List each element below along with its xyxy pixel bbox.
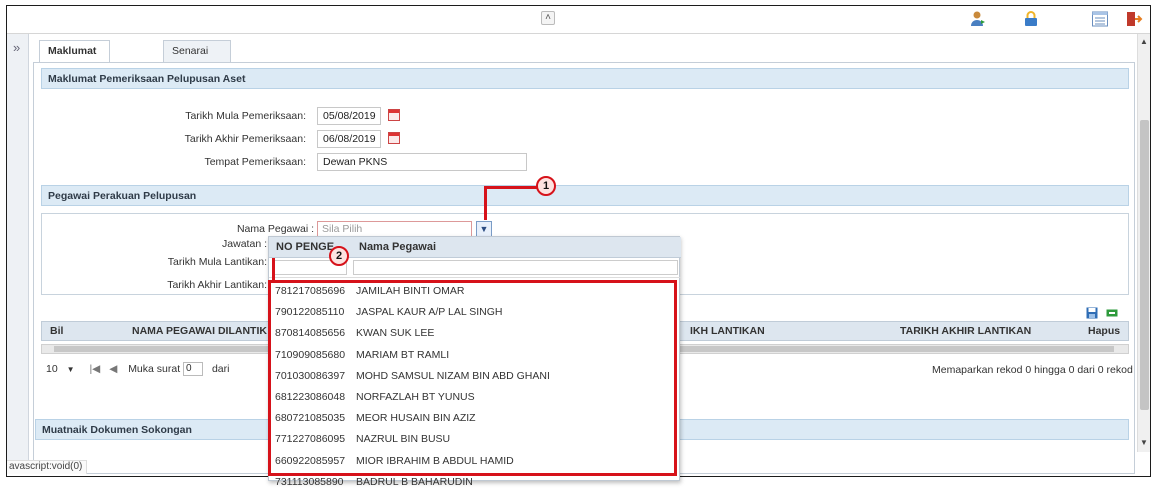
callout-1-line-vertical bbox=[484, 186, 487, 220]
col-bil: Bil bbox=[50, 325, 64, 337]
add-row-icon[interactable] bbox=[1106, 307, 1118, 319]
status-bar: avascript:void(0) bbox=[7, 460, 87, 474]
save-icon[interactable] bbox=[1086, 307, 1098, 319]
page-size-select[interactable]: 10 bbox=[46, 363, 58, 375]
section-header-pegawai: Pegawai Perakuan Pelupusan bbox=[41, 185, 1129, 206]
calendar-icon[interactable] bbox=[388, 132, 400, 144]
callout-2: 2 bbox=[329, 246, 349, 266]
col-nama-pegawai: NAMA PEGAWAI DILANTIK bbox=[132, 325, 267, 337]
logout-door-icon[interactable] bbox=[1125, 10, 1143, 28]
dropdown-col-nama: Nama Pegawai bbox=[359, 241, 437, 253]
scroll-thumb[interactable] bbox=[1140, 120, 1149, 410]
tempat-pemeriksaan-label: Tempat Pemeriksaan: bbox=[204, 156, 306, 168]
page-label: Muka surat bbox=[128, 362, 181, 375]
pager: 10 ▼ |◀ ◀ Muka surat 0 dari bbox=[46, 362, 229, 376]
filter-nama-input[interactable] bbox=[353, 260, 678, 275]
tarikh-akhir-pemeriksaan-field[interactable]: 06/08/2019 bbox=[317, 130, 381, 148]
col-tarikh-lantikan: IKH LANTIKAN bbox=[690, 325, 765, 337]
tarikh-akhir-pemeriksaan-label: Tarikh Akhir Pemeriksaan: bbox=[184, 133, 306, 145]
top-toolbar: ˄ bbox=[7, 6, 1150, 34]
highlight-box-list bbox=[268, 280, 677, 476]
calendar-icon[interactable] bbox=[388, 109, 400, 121]
callout-1-line-horizontal bbox=[484, 186, 538, 189]
callout-1: 1 bbox=[536, 176, 556, 196]
tarikh-akhir-lantikan-label: Tarikh Akhir Lantikan: bbox=[167, 279, 267, 291]
vertical-scrollbar[interactable]: ▲ ▼ bbox=[1137, 34, 1150, 452]
page-of-label: dari bbox=[211, 362, 230, 375]
jawatan-label: Jawatan : bbox=[222, 238, 267, 250]
tarikh-mula-pemeriksaan-label: Tarikh Mula Pemeriksaan: bbox=[185, 110, 306, 122]
tab-maklumat-pelupusan[interactable]: Maklumat Pelupusan bbox=[39, 40, 111, 78]
col-tarikh-akhir-lantikan: TARIKH AKHIR LANTIKAN bbox=[900, 325, 1032, 337]
chevron-down-icon[interactable]: ▼ bbox=[476, 221, 492, 237]
collapse-header-button[interactable]: ˄ bbox=[541, 11, 555, 25]
record-info: Memaparkan rekod 0 hingga 0 dari 0 rekod bbox=[932, 364, 1133, 376]
tab-senarai-aset-pelupusan[interactable]: Senarai Aset Pelupusan bbox=[163, 40, 231, 99]
tarikh-mula-lantikan-label: Tarikh Mula Lantikan: bbox=[167, 256, 267, 268]
tarikh-mula-pemeriksaan-field[interactable]: 05/08/2019 bbox=[317, 107, 381, 125]
list-window-icon[interactable] bbox=[1091, 10, 1109, 28]
page-number-input[interactable]: 0 bbox=[183, 362, 204, 376]
expand-sidebar-icon[interactable]: » bbox=[13, 40, 20, 55]
section-header-pemeriksaan: Maklumat Pemeriksaan Pelupusan Aset bbox=[41, 68, 1129, 89]
col-hapus: Hapus bbox=[1088, 325, 1121, 337]
callout-2-line bbox=[272, 258, 275, 282]
prev-page-icon[interactable]: ◀ bbox=[109, 363, 117, 375]
chevron-down-icon[interactable]: ▼ bbox=[67, 365, 75, 374]
scroll-down-icon[interactable]: ▼ bbox=[1140, 438, 1148, 447]
dropdown-col-no: NO PENGE bbox=[276, 241, 335, 253]
first-page-icon[interactable]: |◀ bbox=[89, 363, 100, 375]
lock-icon[interactable] bbox=[1022, 10, 1040, 28]
sidebar-toggle[interactable]: » bbox=[7, 34, 29, 472]
scroll-up-icon[interactable]: ▲ bbox=[1140, 37, 1148, 46]
nama-pegawai-label: Nama Pegawai : bbox=[236, 223, 314, 235]
user-swap-icon[interactable] bbox=[969, 10, 987, 28]
tempat-pemeriksaan-field[interactable]: Dewan PKNS bbox=[317, 153, 527, 171]
